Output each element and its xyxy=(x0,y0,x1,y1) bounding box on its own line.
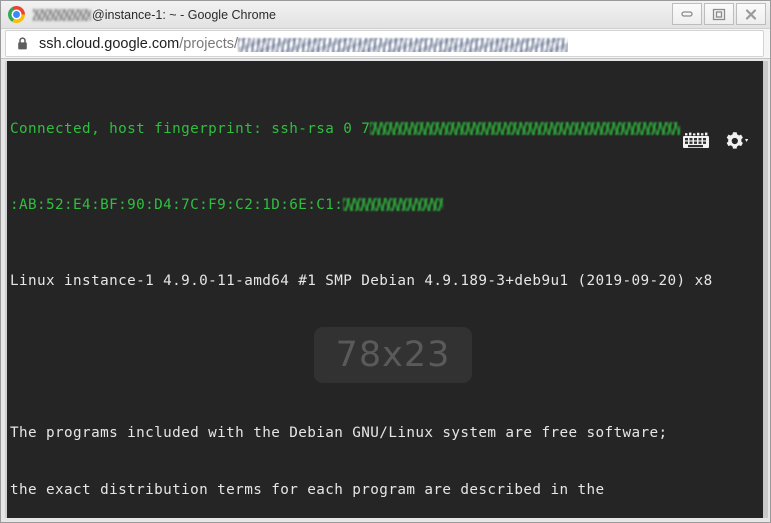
terminal-line-connected: Connected, host fingerprint: ssh-rsa 0 7 xyxy=(10,120,763,139)
restore-icon xyxy=(712,8,726,20)
url-host: ssh.cloud.google.com xyxy=(39,35,180,52)
redacted-url-path xyxy=(238,38,569,52)
terminal-output: Connected, host fingerprint: ssh-rsa 0 7… xyxy=(10,63,763,518)
address-bar[interactable]: ssh.cloud.google.com/projects/ xyxy=(1,29,770,59)
window-controls[interactable] xyxy=(670,3,766,25)
close-button[interactable] xyxy=(736,3,766,25)
gear-icon[interactable] xyxy=(724,131,750,151)
terminal-scrollbar[interactable] xyxy=(763,61,768,518)
chevron-down-icon xyxy=(745,139,749,142)
close-icon xyxy=(745,8,757,20)
terminal-toolbar[interactable] xyxy=(682,131,750,151)
window-titlebar[interactable]: @instance-1: ~ - Google Chrome xyxy=(1,1,770,29)
lock-icon xyxy=(18,37,27,50)
terminal-size-label: 78x23 xyxy=(335,335,451,375)
chrome-browser-window: @instance-1: ~ - Google Chrome ssh.cloud… xyxy=(0,0,771,523)
terminal-line-uname: Linux instance-1 4.9.0-11-amd64 #1 SMP D… xyxy=(10,273,713,289)
redacted-username-title xyxy=(33,9,91,21)
terminal-line-motd-1: The programs included with the Debian GN… xyxy=(10,425,668,441)
terminal-container: Connected, host fingerprint: ssh-rsa 0 7… xyxy=(1,59,770,522)
window-title-text: @instance-1: ~ - Google Chrome xyxy=(92,8,276,22)
redacted-fingerprint-part1 xyxy=(370,122,681,135)
minimize-icon xyxy=(681,11,693,17)
keyboard-icon[interactable] xyxy=(682,132,710,150)
redacted-fingerprint-part2 xyxy=(343,198,444,211)
terminal-line-fingerprint2: :AB:52:E4:BF:90:D4:7C:F9:C2:1D:6E:C1: xyxy=(10,196,763,215)
address-bar-text[interactable]: ssh.cloud.google.com/projects/ xyxy=(39,35,569,52)
terminal-size-overlay: 78x23 xyxy=(314,327,472,383)
ssh-terminal[interactable]: Connected, host fingerprint: ssh-rsa 0 7… xyxy=(5,61,768,518)
url-path-visible: /projects/ xyxy=(179,35,239,52)
chrome-logo-icon xyxy=(8,6,25,23)
minimize-button[interactable] xyxy=(672,3,702,25)
terminal-line-motd-2: the exact distribution terms for each pr… xyxy=(10,482,605,498)
window-title: @instance-1: ~ - Google Chrome xyxy=(33,7,276,22)
restore-button[interactable] xyxy=(704,3,734,25)
